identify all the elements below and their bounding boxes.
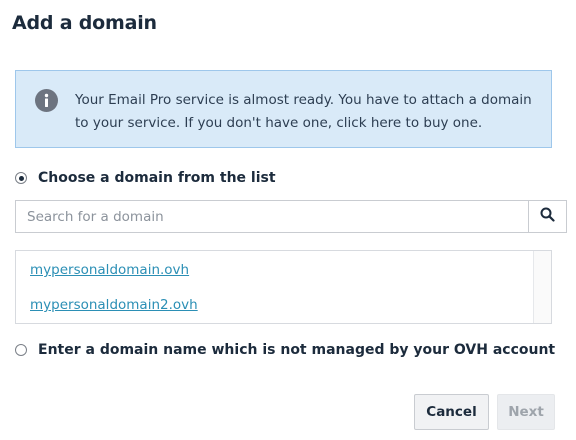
list-scrollbar[interactable]	[533, 251, 551, 323]
search-input[interactable]	[16, 201, 528, 232]
list-item-domain-2[interactable]: mypersonaldomain2.ovh	[30, 297, 198, 313]
domain-search	[15, 200, 567, 233]
domain-list: mypersonaldomain.ovh mypersonaldomain2.o…	[15, 250, 552, 324]
next-button[interactable]: Next	[497, 394, 555, 430]
search-button[interactable]	[528, 201, 566, 232]
info-banner: Your Email Pro service is almost ready. …	[15, 70, 552, 148]
external-domain-option[interactable]: Enter a domain name which is not managed…	[15, 342, 555, 358]
info-text-after: to buy one.	[401, 115, 483, 131]
list-item-domain-1[interactable]: mypersonaldomain.ovh	[30, 262, 189, 278]
choose-from-list-label: Choose a domain from the list	[38, 170, 276, 186]
cancel-button[interactable]: Cancel	[414, 394, 489, 430]
external-domain-radio[interactable]	[15, 344, 27, 356]
info-message: Your Email Pro service is almost ready. …	[75, 89, 545, 135]
buy-domain-link[interactable]: click here	[336, 115, 401, 131]
choose-from-list-option[interactable]: Choose a domain from the list	[15, 170, 276, 186]
info-icon	[35, 89, 58, 112]
external-domain-label: Enter a domain name which is not managed…	[38, 342, 556, 358]
choose-from-list-radio[interactable]	[15, 172, 27, 184]
search-icon	[540, 207, 555, 226]
dialog-title: Add a domain	[12, 12, 157, 34]
